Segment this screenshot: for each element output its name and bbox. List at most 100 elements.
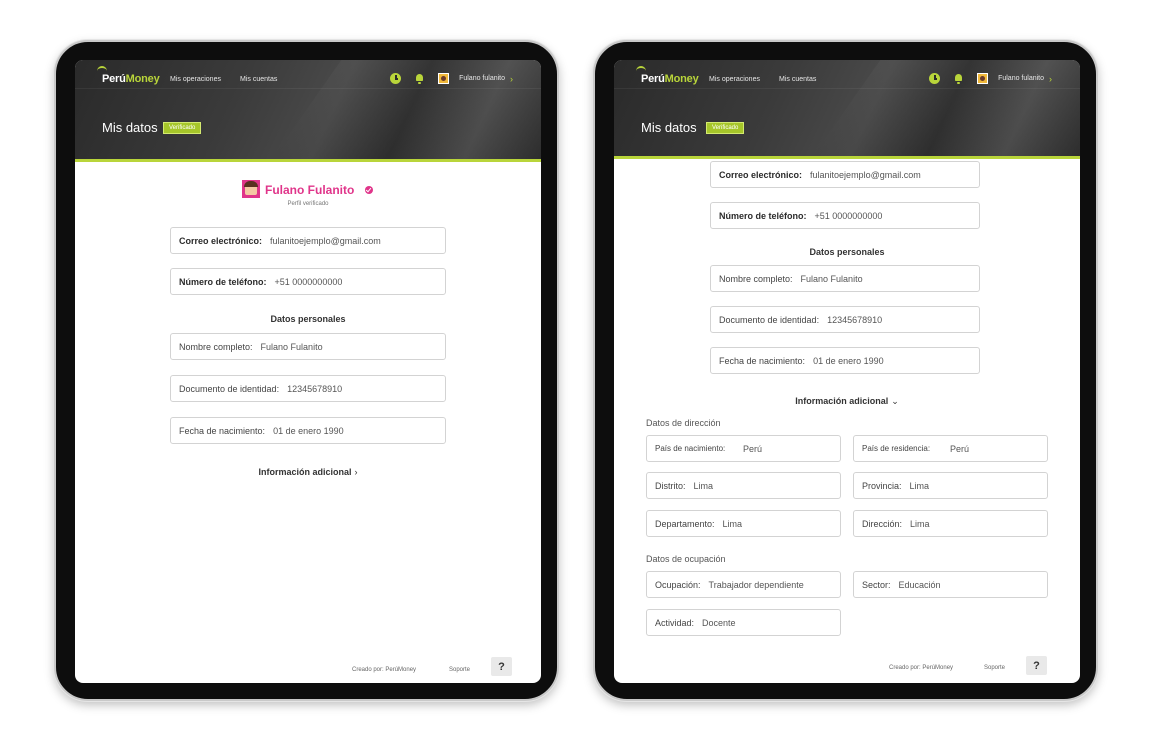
- tablet-left: PerúMoney Mis operaciones Mis cuentas Fu…: [54, 40, 559, 701]
- occupation-label: Ocupación:: [655, 579, 701, 590]
- birth-country-field[interactable]: País de nacimiento: Perú: [646, 435, 841, 462]
- phone-value: +51 0000000000: [814, 210, 883, 221]
- avatar[interactable]: [977, 73, 988, 84]
- id-document-field[interactable]: Documento de identidad: 12345678910: [710, 306, 980, 333]
- verified-icon: [365, 186, 373, 194]
- phone-label: Número de teléfono:: [719, 210, 807, 221]
- status-badge: Verificado: [163, 122, 202, 134]
- profile-avatar: [242, 180, 260, 198]
- chevron-right-icon[interactable]: ›: [1049, 74, 1052, 84]
- email-label: Correo electrónico:: [179, 235, 263, 246]
- page-title: Mis datos: [641, 120, 697, 135]
- help-button[interactable]: ?: [491, 657, 512, 676]
- additional-info-label: Información adicional: [258, 467, 352, 477]
- sector-label: Sector:: [862, 579, 891, 590]
- birth-date-field[interactable]: Fecha de nacimiento: 01 de enero 1990: [710, 347, 980, 374]
- department-label: Departamento:: [655, 518, 715, 529]
- full-name-label: Nombre completo:: [719, 273, 793, 284]
- full-name-value: Fulano Fulanito: [800, 273, 863, 284]
- id-document-value: 12345678910: [827, 314, 883, 325]
- district-value: Lima: [693, 480, 714, 491]
- clock-icon[interactable]: [390, 73, 401, 84]
- email-label: Correo electrónico:: [719, 169, 803, 180]
- support-link[interactable]: Soporte: [984, 665, 1005, 671]
- full-name-field[interactable]: Nombre completo: Fulano Fulanito: [710, 265, 980, 292]
- address-field[interactable]: Dirección: Lima: [853, 510, 1048, 537]
- nav-accounts-link[interactable]: Mis cuentas: [240, 76, 277, 83]
- screen-left: PerúMoney Mis operaciones Mis cuentas Fu…: [75, 60, 541, 683]
- residence-country-value: Perú: [950, 443, 970, 454]
- district-label: Distrito:: [655, 480, 686, 491]
- email-value: fulanitoejemplo@gmail.com: [270, 235, 381, 246]
- residence-country-label: País de residencia:: [862, 443, 931, 453]
- user-menu-name[interactable]: Fulano fulanito: [998, 75, 1044, 82]
- department-value: Lima: [722, 518, 743, 529]
- help-button[interactable]: ?: [1026, 656, 1047, 675]
- logo[interactable]: PerúMoney: [102, 73, 160, 85]
- nav-operations-link[interactable]: Mis operaciones: [709, 76, 760, 83]
- logo-mark-icon: [97, 66, 107, 71]
- bell-icon[interactable]: [415, 74, 424, 84]
- phone-label: Número de teléfono:: [179, 276, 267, 287]
- tablet-right: PerúMoney Mis operaciones Mis cuentas Fu…: [593, 40, 1098, 701]
- id-document-field[interactable]: Documento de identidad: 12345678910: [170, 375, 446, 402]
- province-value: Lima: [909, 480, 930, 491]
- logo[interactable]: PerúMoney: [641, 73, 699, 85]
- screen-right: PerúMoney Mis operaciones Mis cuentas Fu…: [614, 60, 1080, 683]
- footer-credits: Creado por: PerúMoney: [889, 665, 954, 671]
- birth-date-label: Fecha de nacimiento:: [179, 425, 266, 436]
- page-title: Mis datos: [102, 120, 158, 135]
- personal-data-title: Datos personales: [809, 247, 885, 257]
- birth-country-label: País de nacimiento:: [655, 443, 726, 453]
- phone-field[interactable]: Número de teléfono: +51 0000000000: [170, 268, 446, 295]
- department-field[interactable]: Departamento: Lima: [646, 510, 841, 537]
- address-data-title: Datos de dirección: [646, 418, 721, 428]
- email-field[interactable]: Correo electrónico: fulanitoejemplo@gmai…: [710, 161, 980, 188]
- id-document-label: Documento de identidad:: [719, 314, 820, 325]
- occupation-field[interactable]: Ocupación: Trabajador dependiente: [646, 571, 841, 598]
- chevron-down-icon: ⌄: [891, 396, 899, 406]
- occupation-data-title: Datos de ocupación: [646, 554, 726, 564]
- phone-field[interactable]: Número de teléfono: +51 0000000000: [710, 202, 980, 229]
- top-nav: PerúMoney Mis operaciones Mis cuentas Fu…: [614, 66, 1080, 90]
- province-label: Provincia:: [862, 480, 902, 491]
- activity-value: Docente: [702, 617, 736, 628]
- district-field[interactable]: Distrito: Lima: [646, 472, 841, 499]
- full-name-field[interactable]: Nombre completo: Fulano Fulanito: [170, 333, 446, 360]
- status-badge: Verificado: [706, 122, 745, 134]
- id-document-value: 12345678910: [287, 383, 343, 394]
- additional-info-label: Información adicional: [795, 396, 889, 406]
- province-field[interactable]: Provincia: Lima: [853, 472, 1048, 499]
- profile-status: Perfil verificado: [287, 201, 329, 207]
- phone-value: +51 0000000000: [274, 276, 343, 287]
- bell-icon[interactable]: [954, 74, 963, 84]
- additional-info-toggle[interactable]: Información adicional ⌄: [614, 396, 1080, 407]
- residence-country-field[interactable]: País de residencia: Perú: [853, 435, 1048, 462]
- birth-date-value: 01 de enero 1990: [813, 355, 884, 366]
- personal-data-title: Datos personales: [270, 314, 346, 324]
- header-banner: PerúMoney Mis operaciones Mis cuentas Fu…: [75, 60, 541, 162]
- clock-icon[interactable]: [929, 73, 940, 84]
- chevron-right-icon[interactable]: ›: [510, 74, 513, 84]
- sector-field[interactable]: Sector: Educación: [853, 571, 1048, 598]
- activity-field[interactable]: Actividad: Docente: [646, 609, 841, 636]
- chevron-right-icon: ›: [354, 467, 358, 477]
- nav-accounts-link[interactable]: Mis cuentas: [779, 76, 816, 83]
- birth-date-field[interactable]: Fecha de nacimiento: 01 de enero 1990: [170, 417, 446, 444]
- birth-date-value: 01 de enero 1990: [273, 425, 344, 436]
- nav-operations-link[interactable]: Mis operaciones: [170, 76, 221, 83]
- logo-mark-icon: [636, 66, 646, 71]
- activity-label: Actividad:: [655, 617, 695, 628]
- profile-name: Fulano Fulanito: [265, 183, 355, 197]
- avatar[interactable]: [438, 73, 449, 84]
- address-label: Dirección:: [862, 518, 903, 529]
- full-name-label: Nombre completo:: [179, 341, 253, 352]
- footer-credits: Creado por: PerúMoney: [352, 667, 417, 673]
- user-menu-name[interactable]: Fulano fulanito: [459, 75, 505, 82]
- header-banner: PerúMoney Mis operaciones Mis cuentas Fu…: [614, 60, 1080, 159]
- additional-info-toggle[interactable]: Información adicional ›: [75, 467, 541, 477]
- support-link[interactable]: Soporte: [449, 667, 470, 673]
- occupation-value: Trabajador dependiente: [708, 579, 804, 590]
- email-field[interactable]: Correo electrónico: fulanitoejemplo@gmai…: [170, 227, 446, 254]
- address-value: Lima: [910, 518, 930, 529]
